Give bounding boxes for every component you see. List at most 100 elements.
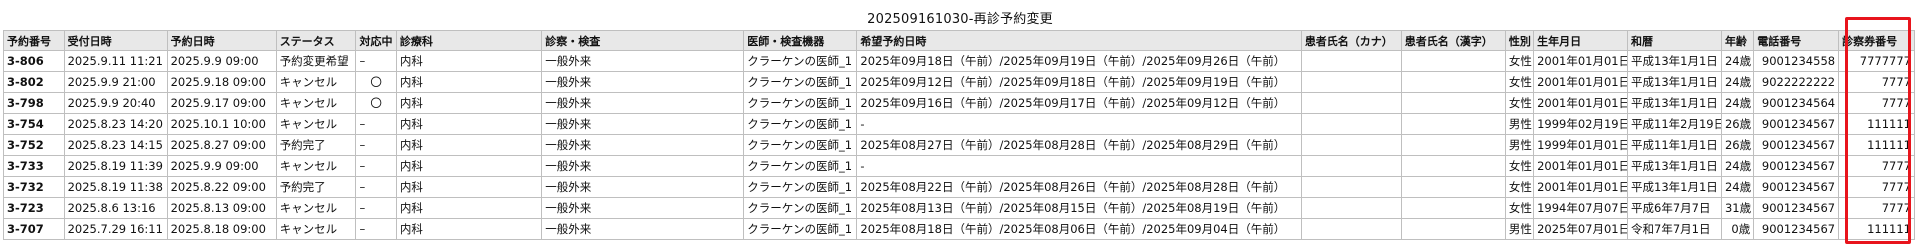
cell-department: 内科 bbox=[395, 218, 543, 240]
header-reservation-no[interactable]: 予約番号 bbox=[3, 30, 65, 51]
cell-reservation-no: 3-754 bbox=[3, 113, 65, 135]
cell-patient-name-kanji bbox=[1400, 50, 1506, 72]
header-doctor-equipment[interactable]: 医師・検査機器 bbox=[743, 30, 858, 51]
header-patient-name-kanji[interactable]: 患者氏名（漢字） bbox=[1400, 30, 1506, 51]
cell-exam-type: 一般外来 bbox=[541, 50, 745, 72]
table-row[interactable]: 3-752 2025.8.23 14:15 2025.8.27 09:00 予約完了 –… bbox=[3, 134, 1915, 156]
table-row[interactable]: 3-733 2025.8.19 11:39 2025.9.9 09:00 キャンセル –… bbox=[3, 155, 1915, 177]
cell-gender: 女性 bbox=[1504, 155, 1535, 177]
cell-patient-name-kana bbox=[1300, 155, 1402, 177]
cell-patient-card-no: 7777 bbox=[1838, 176, 1915, 198]
cell-preferred-dates: 2025年08月22日（午前）/2025年08月26日（午前）/2025年08月… bbox=[856, 176, 1302, 198]
cell-status: キャンセル bbox=[275, 197, 357, 219]
cell-japanese-era-date: 平成6年7月7日 bbox=[1627, 197, 1722, 219]
cell-birth-date: 2001年01月01日 bbox=[1533, 71, 1629, 93]
cell-status: キャンセル bbox=[275, 218, 357, 240]
cell-exam-type: 一般外来 bbox=[541, 197, 745, 219]
header-preferred-dates[interactable]: 希望予約日時 bbox=[856, 30, 1302, 51]
sheet-title: 202509161030-再診予約変更 bbox=[867, 12, 1053, 27]
cell-received-at: 2025.9.9 20:40 bbox=[63, 92, 168, 114]
cell-reservation-at: 2025.10.1 10:00 bbox=[166, 113, 277, 135]
cell-phone-number: 9001234567 bbox=[1753, 134, 1840, 156]
cell-japanese-era-date: 平成13年1月1日 bbox=[1627, 92, 1722, 114]
cell-exam-type: 一般外来 bbox=[541, 71, 745, 93]
cell-age: 0歳 bbox=[1720, 218, 1755, 240]
cell-exam-type: 一般外来 bbox=[541, 113, 745, 135]
cell-doctor-equipment: クラーケンの医師_1 bbox=[743, 92, 858, 114]
cell-doctor-equipment: クラーケンの医師_1 bbox=[743, 155, 858, 177]
cell-in-progress: 〇 bbox=[355, 71, 397, 93]
cell-patient-name-kanji bbox=[1400, 92, 1506, 114]
cell-age: 24歳 bbox=[1720, 92, 1755, 114]
header-in-progress[interactable]: 対応中 bbox=[355, 30, 397, 51]
cell-doctor-equipment: クラーケンの医師_1 bbox=[743, 113, 858, 135]
header-department[interactable]: 診療科 bbox=[395, 30, 543, 51]
header-exam-type[interactable]: 診察・検査 bbox=[541, 30, 745, 51]
header-gender[interactable]: 性別 bbox=[1504, 30, 1535, 51]
cell-in-progress: 〇 bbox=[355, 92, 397, 114]
table-row[interactable]: 3-802 2025.9.9 21:00 2025.9.18 09:00 キャンセル〇… bbox=[3, 71, 1915, 93]
cell-japanese-era-date: 平成11年2月19日 bbox=[1627, 113, 1722, 135]
cell-received-at: 2025.8.23 14:15 bbox=[63, 134, 168, 156]
cell-department: 内科 bbox=[395, 50, 543, 72]
cell-department: 内科 bbox=[395, 113, 543, 135]
cell-age: 24歳 bbox=[1720, 176, 1755, 198]
cell-phone-number: 9001234567 bbox=[1753, 197, 1840, 219]
cell-japanese-era-date: 平成13年1月1日 bbox=[1627, 50, 1722, 72]
header-received-at[interactable]: 受付日時 bbox=[63, 30, 168, 51]
table-row[interactable]: 3-732 2025.8.19 11:38 2025.8.22 09:00 予約完了 –… bbox=[3, 176, 1915, 198]
cell-patient-card-no: 7777 bbox=[1838, 197, 1915, 219]
cell-birth-date: 2001年01月01日 bbox=[1533, 155, 1629, 177]
header-phone-number[interactable]: 電話番号 bbox=[1753, 30, 1840, 51]
cell-preferred-dates: 2025年08月13日（午前）/2025年08月15日（午前）/2025年08月… bbox=[856, 197, 1302, 219]
cell-patient-name-kanji bbox=[1400, 176, 1506, 198]
cell-patient-name-kanji bbox=[1400, 71, 1506, 93]
cell-birth-date: 1994年07月07日 bbox=[1533, 197, 1629, 219]
cell-reservation-no: 3-732 bbox=[3, 176, 65, 198]
cell-birth-date: 1999年01月01日 bbox=[1533, 134, 1629, 156]
cell-patient-card-no: 7777 bbox=[1838, 92, 1915, 114]
cell-in-progress: – bbox=[355, 218, 397, 240]
cell-birth-date: 2025年07月01日 bbox=[1533, 218, 1629, 240]
cell-patient-card-no: 111111 bbox=[1838, 218, 1915, 240]
cell-doctor-equipment: クラーケンの医師_1 bbox=[743, 134, 858, 156]
header-japanese-era-date[interactable]: 和暦 bbox=[1627, 30, 1722, 51]
header-patient-name-kana[interactable]: 患者氏名（カナ） bbox=[1300, 30, 1402, 51]
cell-reservation-no: 3-733 bbox=[3, 155, 65, 177]
cell-reservation-at: 2025.9.18 09:00 bbox=[166, 71, 277, 93]
table-row[interactable]: 3-806 2025.9.11 11:21 2025.9.9 09:00 予約変更希望… bbox=[3, 50, 1915, 72]
cell-preferred-dates: 2025年09月18日（午前）/2025年09月19日（午前）/2025年09月… bbox=[856, 50, 1302, 72]
table-row[interactable]: 3-798 2025.9.9 20:40 2025.9.17 09:00 キャンセル〇… bbox=[3, 92, 1915, 114]
reservation-table: 予約番号 受付日時 予約日時 ステータス 対応中 診療科 診察・検査 医師・検査機器 希望予約日… bbox=[3, 30, 1915, 240]
cell-japanese-era-date: 平成13年1月1日 bbox=[1627, 71, 1722, 93]
cell-department: 内科 bbox=[395, 197, 543, 219]
cell-patient-card-no: 111111 bbox=[1838, 113, 1915, 135]
cell-patient-name-kana bbox=[1300, 134, 1402, 156]
cell-in-progress: – bbox=[355, 176, 397, 198]
cell-reservation-no: 3-752 bbox=[3, 134, 65, 156]
cell-gender: 女性 bbox=[1504, 71, 1535, 93]
header-birth-date[interactable]: 生年月日 bbox=[1533, 30, 1629, 51]
cell-gender: 男性 bbox=[1504, 113, 1535, 135]
header-patient-card-no[interactable]: 診察券番号 bbox=[1838, 30, 1915, 51]
cell-preferred-dates: 2025年09月12日（午前）/2025年09月18日（午前）/2025年09月… bbox=[856, 71, 1302, 93]
header-age[interactable]: 年齢 bbox=[1720, 30, 1755, 51]
header-status[interactable]: ステータス bbox=[275, 30, 357, 51]
cell-patient-name-kana bbox=[1300, 113, 1402, 135]
cell-doctor-equipment: クラーケンの医師_1 bbox=[743, 50, 858, 72]
table-row[interactable]: 3-707 2025.7.29 16:11 2025.8.18 09:00 キャンセル… bbox=[3, 218, 1915, 240]
cell-reservation-at: 2025.8.13 09:00 bbox=[166, 197, 277, 219]
cell-status: キャンセル bbox=[275, 113, 357, 135]
header-reservation-at[interactable]: 予約日時 bbox=[166, 30, 277, 51]
cell-exam-type: 一般外来 bbox=[541, 176, 745, 198]
cell-in-progress: – bbox=[355, 113, 397, 135]
cell-japanese-era-date: 平成11年1月1日 bbox=[1627, 134, 1722, 156]
cell-patient-name-kanji bbox=[1400, 155, 1506, 177]
table-row[interactable]: 3-723 2025.8.6 13:16 2025.8.13 09:00 キャンセル –… bbox=[3, 197, 1915, 219]
cell-preferred-dates: 2025年08月27日（午前）/2025年08月28日（午前）/2025年08月… bbox=[856, 134, 1302, 156]
cell-received-at: 2025.8.6 13:16 bbox=[63, 197, 168, 219]
table-row[interactable]: 3-754 2025.8.23 14:20 2025.10.1 10:00 キャンセル… bbox=[3, 113, 1915, 135]
cell-birth-date: 2001年01月01日 bbox=[1533, 176, 1629, 198]
cell-received-at: 2025.8.19 11:38 bbox=[63, 176, 168, 198]
header-row: 予約番号 受付日時 予約日時 ステータス 対応中 診療科 診察・検査 医師・検査機器 希望予約日… bbox=[3, 30, 1915, 51]
